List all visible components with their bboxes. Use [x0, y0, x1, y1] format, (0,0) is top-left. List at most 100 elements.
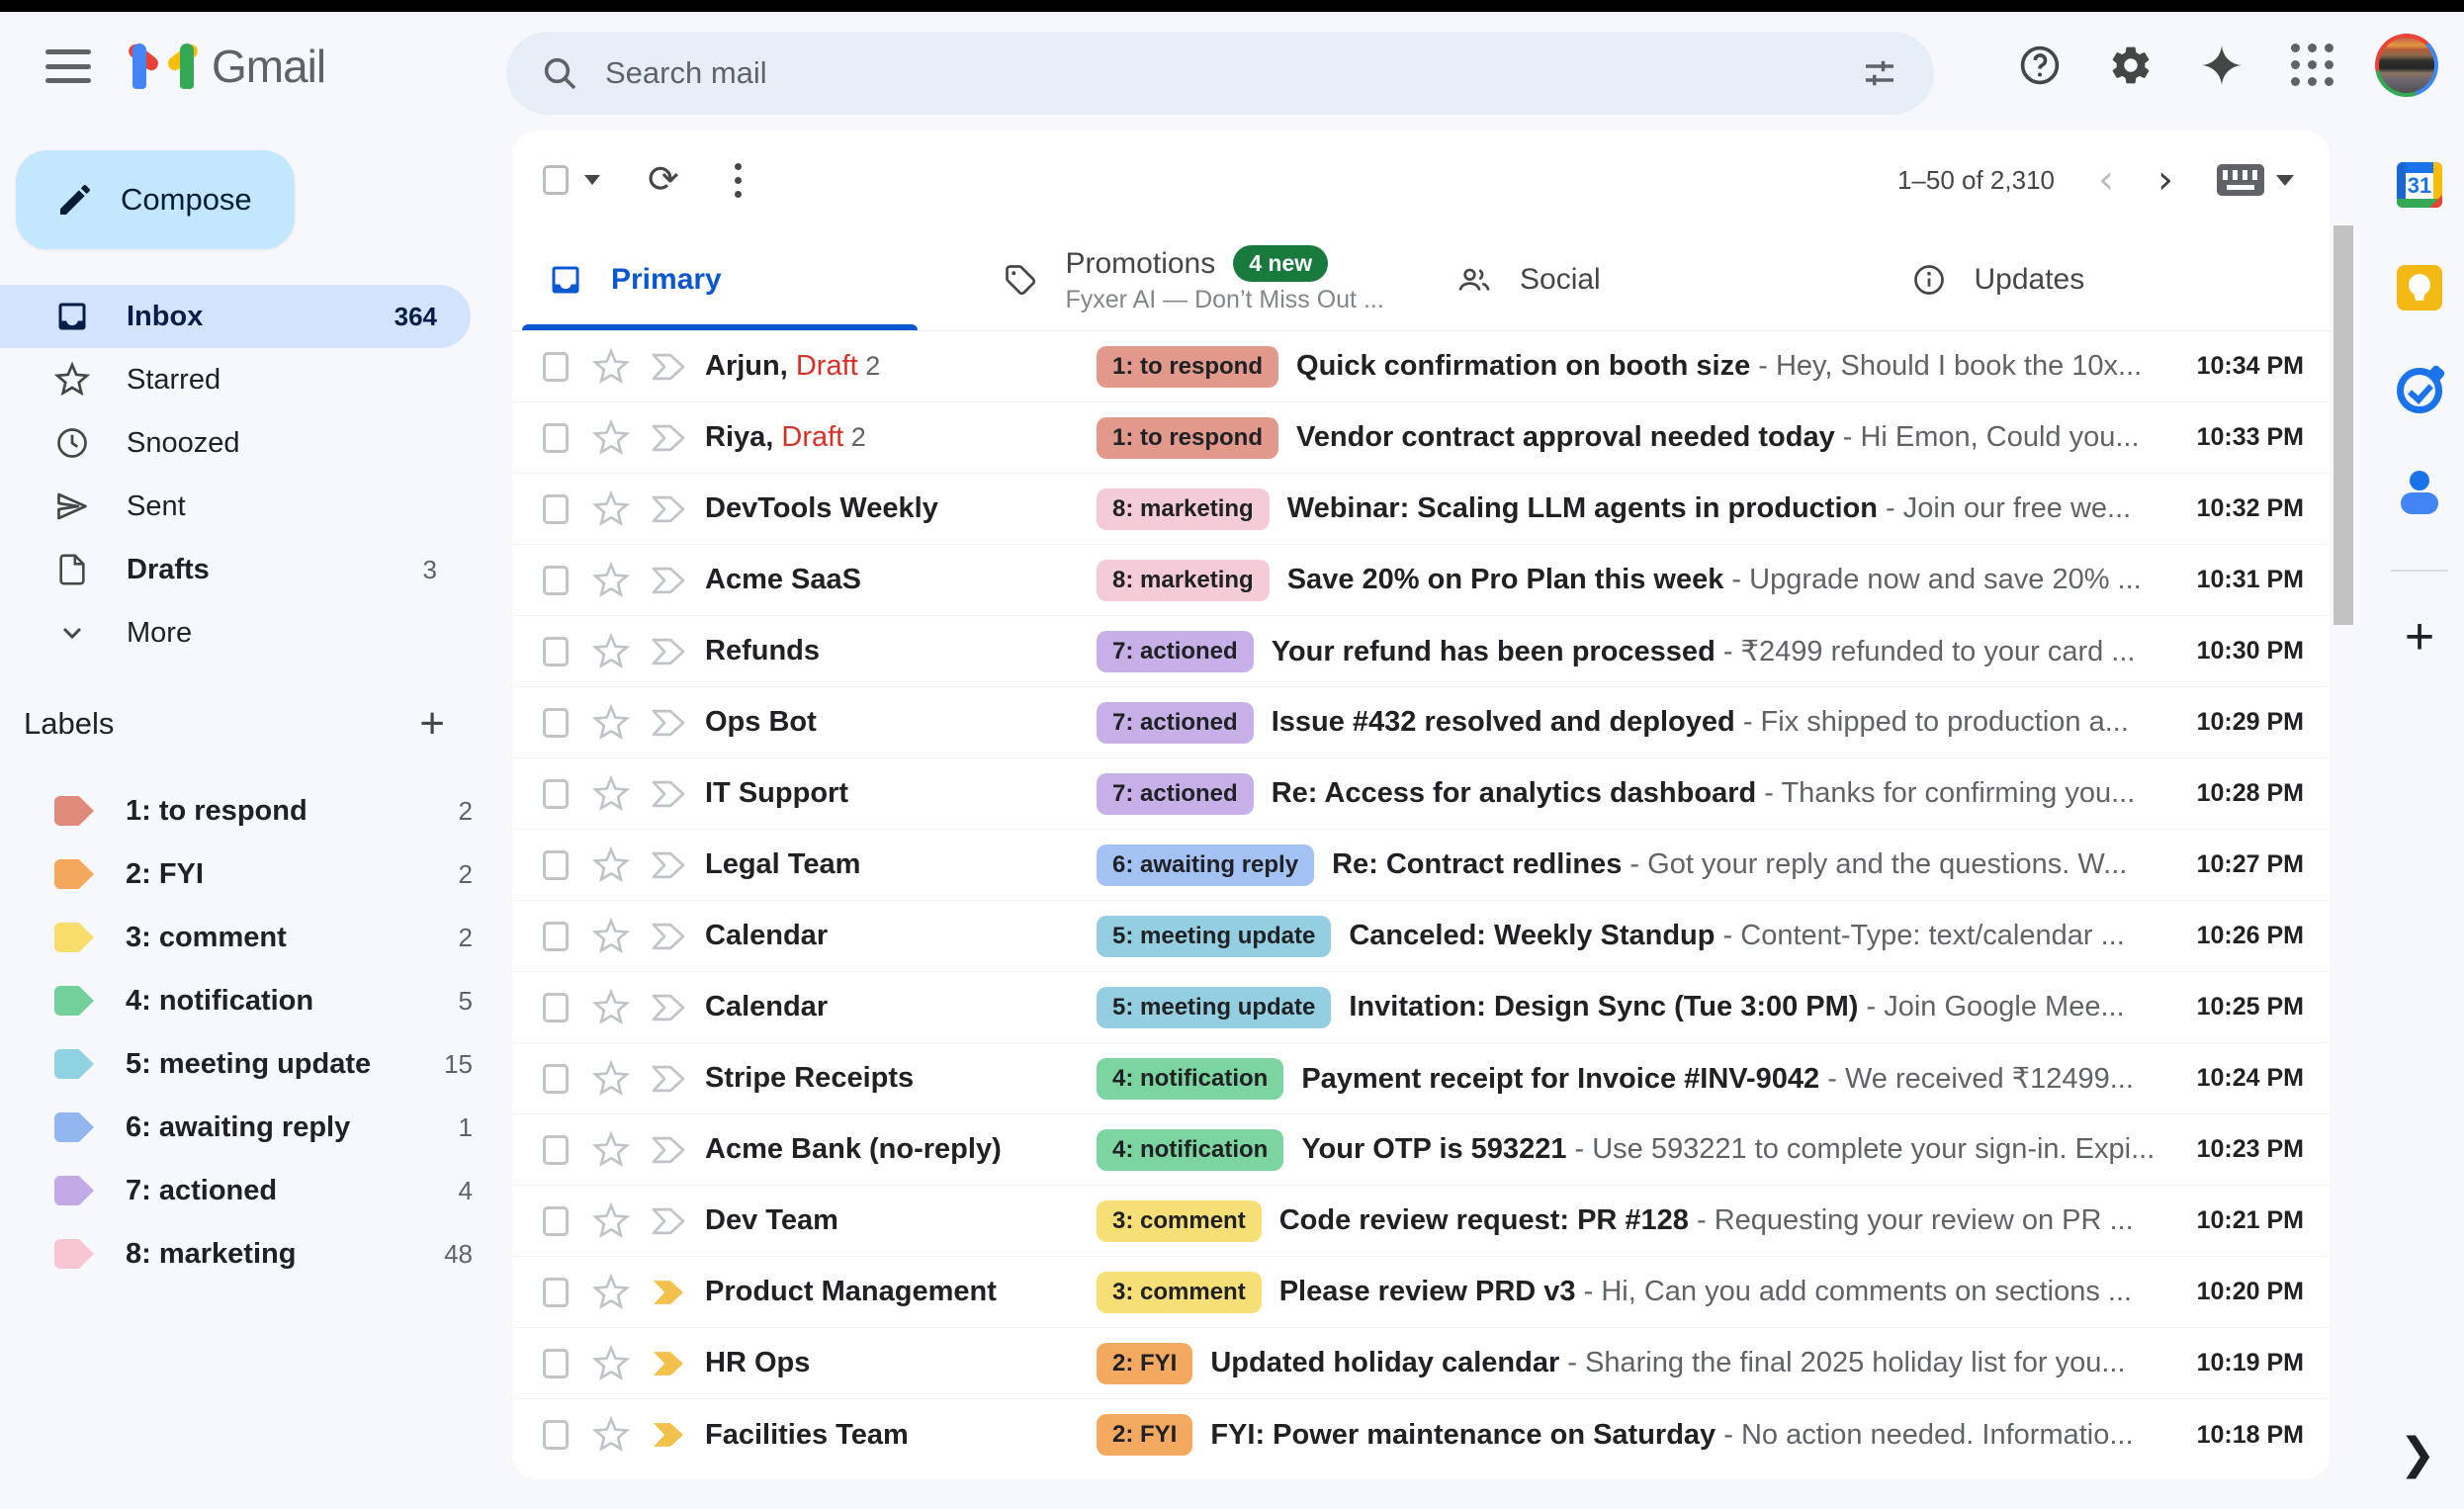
search-bar[interactable] [506, 32, 1934, 115]
email-label-chip[interactable]: 4: notification [1097, 1058, 1283, 1100]
star-icon[interactable] [592, 1416, 630, 1454]
email-label-chip[interactable]: 5: meeting update [1097, 987, 1331, 1028]
star-icon[interactable] [592, 490, 630, 528]
more-options-icon[interactable] [735, 163, 742, 198]
keyboard-dropdown-caret[interactable] [2276, 175, 2294, 186]
row-checkbox[interactable] [543, 1064, 569, 1094]
sidebar-label-item[interactable]: 1: to respond 2 [0, 779, 512, 843]
gemini-sparkle-icon[interactable] [2193, 37, 2250, 94]
apps-grid-icon[interactable] [2284, 37, 2341, 94]
email-label-chip[interactable]: 3: comment [1097, 1200, 1262, 1242]
star-icon[interactable] [592, 775, 630, 813]
star-icon[interactable] [592, 1274, 630, 1311]
importance-marker-icon[interactable] [650, 779, 687, 809]
email-label-chip[interactable]: 6: awaiting reply [1097, 844, 1314, 886]
compose-button[interactable]: Compose [16, 150, 295, 249]
email-row[interactable]: Product Management 3: comment Please rev… [512, 1257, 2330, 1328]
importance-marker-icon[interactable] [650, 850, 687, 880]
keep-icon[interactable] [2387, 255, 2452, 320]
row-checkbox[interactable] [543, 1349, 569, 1378]
email-label-chip[interactable]: 1: to respond [1097, 417, 1278, 459]
email-row[interactable]: Acme Bank (no-reply) 4: notification You… [512, 1114, 2330, 1186]
sidebar-label-item[interactable]: 3: comment 2 [0, 906, 512, 969]
email-row[interactable]: Riya,Draft2 1: to respond Vendor contrac… [512, 402, 2330, 474]
row-checkbox[interactable] [543, 779, 569, 809]
tab-primary[interactable]: Primary [512, 229, 967, 330]
importance-marker-icon[interactable] [650, 1278, 687, 1307]
sidebar-item-starred[interactable]: Starred [0, 348, 471, 411]
list-scrollbar-thumb[interactable] [2333, 225, 2353, 625]
email-row[interactable]: IT Support 7: actioned Re: Access for an… [512, 758, 2330, 830]
calendar-icon[interactable]: 31 [2387, 152, 2452, 218]
sidebar-label-item[interactable]: 2: FYI 2 [0, 843, 512, 906]
settings-gear-icon[interactable] [2102, 37, 2159, 94]
importance-marker-icon[interactable] [650, 993, 687, 1022]
email-label-chip[interactable]: 2: FYI [1097, 1343, 1192, 1384]
star-icon[interactable] [592, 1202, 630, 1240]
email-row[interactable]: Facilities Team 2: FYI FYI: Power mainte… [512, 1399, 2330, 1470]
row-checkbox[interactable] [543, 993, 569, 1022]
email-row[interactable]: Calendar 5: meeting update Invitation: D… [512, 972, 2330, 1043]
email-label-chip[interactable]: 8: marketing [1097, 488, 1270, 530]
select-dropdown-caret[interactable] [584, 175, 600, 185]
search-icon[interactable] [540, 53, 579, 93]
email-label-chip[interactable]: 5: meeting update [1097, 916, 1331, 957]
add-label-plus-icon[interactable]: + [419, 702, 445, 746]
select-all-checkbox[interactable] [543, 165, 569, 195]
row-checkbox[interactable] [543, 922, 569, 951]
star-icon[interactable] [592, 1345, 630, 1382]
email-label-chip[interactable]: 7: actioned [1097, 702, 1254, 744]
tasks-icon[interactable] [2387, 358, 2452, 423]
email-row[interactable]: Refunds 7: actioned Your refund has been… [512, 616, 2330, 687]
importance-marker-icon[interactable] [650, 566, 687, 595]
sidebar-label-item[interactable]: 5: meeting update 15 [0, 1032, 512, 1096]
star-icon[interactable] [592, 704, 630, 742]
refresh-icon[interactable]: ⟳ [648, 161, 679, 199]
importance-marker-icon[interactable] [650, 494, 687, 524]
importance-marker-icon[interactable] [650, 708, 687, 738]
input-tools-control[interactable] [2217, 164, 2294, 196]
email-label-chip[interactable]: 7: actioned [1097, 773, 1254, 815]
email-row[interactable]: Acme SaaS 8: marketing Save 20% on Pro P… [512, 545, 2330, 616]
star-icon[interactable] [592, 918, 630, 955]
sidebar-label-item[interactable]: 4: notification 5 [0, 969, 512, 1032]
importance-marker-icon[interactable] [650, 1349, 687, 1378]
tab-social[interactable]: Social [1421, 229, 1876, 330]
importance-marker-icon[interactable] [650, 1420, 687, 1450]
email-row[interactable]: Arjun,Draft2 1: to respond Quick confirm… [512, 331, 2330, 402]
row-checkbox[interactable] [543, 1135, 569, 1165]
star-icon[interactable] [592, 1060, 630, 1098]
importance-marker-icon[interactable] [650, 423, 687, 453]
help-icon[interactable] [2011, 37, 2068, 94]
importance-marker-icon[interactable] [650, 922, 687, 951]
row-checkbox[interactable] [543, 423, 569, 453]
star-icon[interactable] [592, 419, 630, 457]
row-checkbox[interactable] [543, 494, 569, 524]
email-row[interactable]: Stripe Receipts 4: notification Payment … [512, 1043, 2330, 1114]
tab-promotions[interactable]: Promotions 4 new Fyxer AI — Don’t Miss O… [967, 229, 1422, 330]
email-row[interactable]: HR Ops 2: FYI Updated holiday calendar- … [512, 1328, 2330, 1399]
email-row[interactable]: Calendar 5: meeting update Canceled: Wee… [512, 901, 2330, 972]
email-label-chip[interactable]: 7: actioned [1097, 631, 1254, 672]
star-icon[interactable] [592, 989, 630, 1026]
email-row[interactable]: Dev Team 3: comment Code review request:… [512, 1186, 2330, 1257]
row-checkbox[interactable] [543, 1206, 569, 1236]
hamburger-menu-icon[interactable] [45, 49, 91, 83]
email-row[interactable]: Ops Bot 7: actioned Issue #432 resolved … [512, 687, 2330, 758]
row-checkbox[interactable] [543, 850, 569, 880]
side-panel-expand-chevron-icon[interactable]: ❯ [2383, 1424, 2452, 1483]
email-label-chip[interactable]: 1: to respond [1097, 346, 1278, 388]
star-icon[interactable] [592, 633, 630, 670]
star-icon[interactable] [592, 1131, 630, 1169]
row-checkbox[interactable] [543, 637, 569, 666]
sidebar-item-snoozed[interactable]: Snoozed [0, 411, 471, 475]
star-icon[interactable] [592, 846, 630, 884]
row-checkbox[interactable] [543, 352, 569, 382]
sidebar-item-sent[interactable]: Sent [0, 475, 471, 538]
keyboard-icon[interactable] [2217, 164, 2264, 196]
email-label-chip[interactable]: 2: FYI [1097, 1414, 1192, 1456]
importance-marker-icon[interactable] [650, 1135, 687, 1165]
email-label-chip[interactable]: 8: marketing [1097, 560, 1270, 601]
search-filter-tune-icon[interactable] [1859, 52, 1900, 94]
importance-marker-icon[interactable] [650, 352, 687, 382]
